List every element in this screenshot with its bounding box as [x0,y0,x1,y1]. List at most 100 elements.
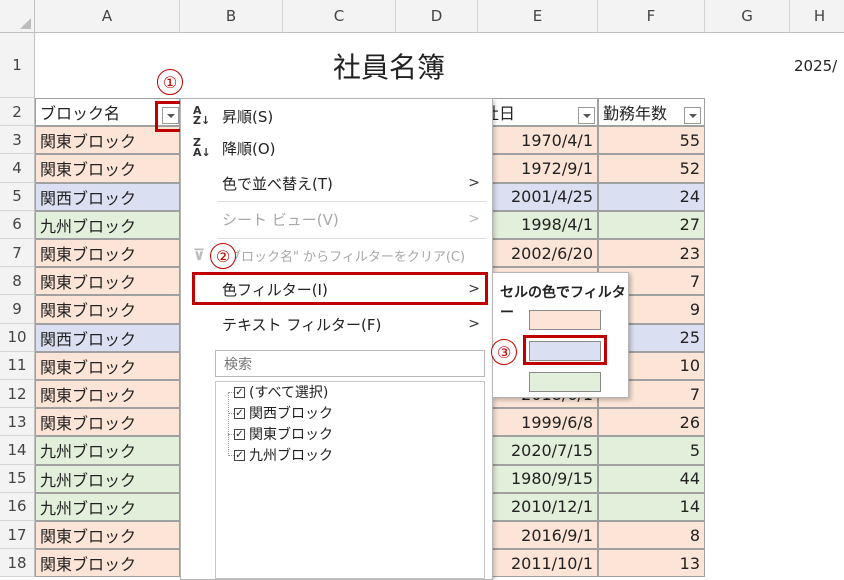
date-cell: 2025/ [794,56,838,75]
sort-ascending-icon: A Z↓ [193,104,211,127]
cell-years[interactable]: 24 [598,182,705,211]
row-header[interactable]: 11 [0,351,35,380]
cell-years[interactable]: 23 [598,239,705,268]
cell-block[interactable]: 関東ブロック [35,154,180,183]
cell-block[interactable]: 関西ブロック [35,323,180,352]
filter-dropdown-button-years[interactable] [684,107,701,124]
cell-block[interactable]: 九州ブロック [35,464,180,493]
cell-join-date[interactable]: 2011/10/1 [478,549,598,578]
column-header[interactable]: G [705,0,790,33]
row-header[interactable]: 2 [0,98,35,127]
row-header[interactable]: 9 [0,295,35,324]
cell-block[interactable]: 関東ブロック [35,521,180,550]
color-swatch-orange[interactable] [529,310,601,330]
cell-years[interactable]: 8 [598,521,705,550]
highlight-box-2 [192,272,488,305]
cell-block[interactable]: 関東ブロック [35,351,180,380]
cell-block[interactable]: 関東ブロック [35,267,180,296]
column-header[interactable]: A [35,0,180,33]
cell-block[interactable]: 関東ブロック [35,408,180,437]
row-header[interactable]: 10 [0,323,35,352]
cell-block[interactable]: 関東ブロック [35,380,180,409]
cell-years[interactable]: 44 [598,464,705,493]
cell-block[interactable]: 九州ブロック [35,436,180,465]
row-header[interactable]: 7 [0,239,35,268]
menu-separator [217,238,487,239]
sort-by-color-item[interactable]: 色で並べ替え(T) > [181,168,492,198]
row-header[interactable]: 14 [0,436,35,465]
sheet-title: 社員名簿 [332,50,445,84]
callout-3: ③ [491,339,517,365]
sort-ascending-item[interactable]: A Z↓ 昇順(S) [181,101,492,131]
cell-block[interactable]: 関東ブロック [35,549,180,578]
cell-join-date[interactable]: 1999/6/8 [478,408,598,437]
cell-join-date[interactable]: 2010/12/1 [478,492,598,521]
callout-1: ① [157,69,183,95]
cell-years[interactable]: 52 [598,154,705,183]
select-all-corner[interactable] [0,0,35,33]
cell-block[interactable]: 関東ブロック [35,295,180,324]
cell-years[interactable]: 13 [598,549,705,578]
cell-block[interactable]: 関西ブロック [35,182,180,211]
color-swatch-green[interactable] [529,372,601,392]
row-header[interactable]: 12 [0,380,35,409]
filter-value-list[interactable]: ✓ (すべて選択) ✓ 関西ブロック ✓ 関東ブロック ✓ 九州ブロック [215,381,485,579]
column-header[interactable]: D [396,0,478,33]
checkbox-checked-icon[interactable]: ✓ [234,428,245,440]
cell-years[interactable]: 5 [598,436,705,465]
column-header[interactable]: C [283,0,396,33]
list-item[interactable]: ✓ (すべて選択) [234,382,328,402]
cell-years[interactable]: 26 [598,408,705,437]
sheet-view-item: シート ビュー(V) > [222,210,480,229]
row-header[interactable]: 17 [0,521,35,550]
cell-join-date[interactable]: 2001/4/25 [478,182,598,211]
filter-dropdown-button-join-date[interactable] [578,107,595,124]
cell-join-date[interactable]: 1970/4/1 [478,126,598,155]
checkbox-checked-icon[interactable]: ✓ [234,449,245,461]
checkbox-checked-icon[interactable]: ✓ [234,407,245,419]
row-header[interactable]: 1 [0,33,35,98]
highlight-box-3 [523,335,607,365]
cell-join-date[interactable]: 1998/4/1 [478,210,598,239]
text-filter-item[interactable]: テキスト フィルター(F) > [181,309,492,339]
cell-block[interactable]: 九州ブロック [35,492,180,521]
sort-descending-item[interactable]: Z A↓ 降順(O) [181,133,492,163]
callout-2: ② [210,243,236,269]
list-item[interactable]: ✓ 関西ブロック [234,403,333,423]
sort-descending-icon: Z A↓ [193,136,211,159]
row-header[interactable]: 13 [0,408,35,437]
row-header[interactable]: 8 [0,267,35,296]
row-header[interactable]: 5 [0,182,35,211]
cell-join-date[interactable]: 2016/9/1 [478,521,598,550]
column-header[interactable]: B [180,0,283,33]
list-item[interactable]: ✓ 九州ブロック [234,445,333,465]
list-item[interactable]: ✓ 関東ブロック [234,424,333,444]
chevron-right-icon: > [468,211,480,227]
funnel-clear-icon: ⊽ [193,246,206,264]
cell-join-date[interactable]: 1972/9/1 [478,154,598,183]
search-input[interactable]: 検索 [215,350,485,377]
tree-line [228,392,229,456]
column-header[interactable]: H [790,0,844,33]
row-header[interactable]: 6 [0,210,35,239]
cell-join-date[interactable]: 1980/9/15 [478,464,598,493]
menu-separator [217,201,487,202]
cell-join-date[interactable]: 2002/6/20 [478,239,598,268]
row-header[interactable]: 4 [0,154,35,183]
row-header[interactable]: 16 [0,492,35,521]
cell-block[interactable]: 関東ブロック [35,239,180,268]
row-header[interactable]: 15 [0,464,35,493]
cell-years[interactable]: 27 [598,210,705,239]
chevron-right-icon: > [468,316,480,332]
filter-menu: A Z↓ 昇順(S) Z A↓ 降順(O) 色で並べ替え(T) > シート ビュー(… [180,98,493,580]
cell-years[interactable]: 14 [598,492,705,521]
cell-join-date[interactable]: 2020/7/15 [478,436,598,465]
chevron-right-icon: > [468,175,480,191]
row-header[interactable]: 18 [0,549,35,578]
cell-years[interactable]: 55 [598,126,705,155]
column-header[interactable]: F [598,0,705,33]
cell-block[interactable]: 九州ブロック [35,210,180,239]
checkbox-checked-icon[interactable]: ✓ [234,386,245,398]
column-header[interactable]: E [478,0,598,33]
row-header[interactable]: 3 [0,126,35,155]
